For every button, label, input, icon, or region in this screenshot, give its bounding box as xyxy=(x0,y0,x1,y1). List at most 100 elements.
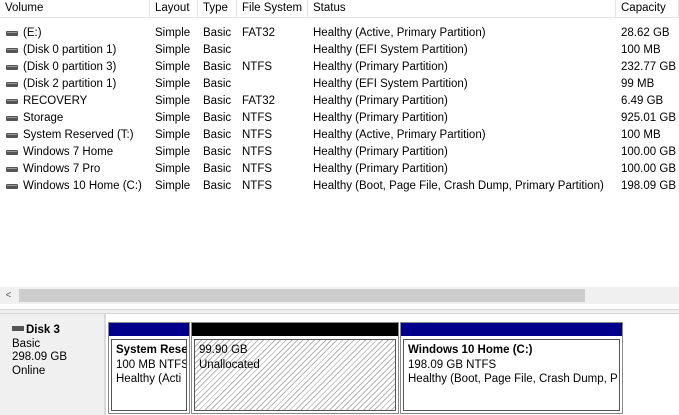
volume-filesystem xyxy=(237,42,308,59)
column-status[interactable]: Status xyxy=(308,0,616,18)
volume-filesystem: NTFS xyxy=(242,61,273,73)
volume-capacity: 100.00 GB xyxy=(621,146,676,158)
volume-type: Basic xyxy=(203,112,232,124)
disk-name: Disk 3 xyxy=(26,324,60,336)
scrollbar-thumb[interactable] xyxy=(19,289,585,302)
volume-status: Healthy (Active, Primary Partition) xyxy=(313,129,486,141)
volume-status: Healthy (Primary Partition) xyxy=(313,95,448,107)
partition-body: Windows 10 Home (C:) 198.09 GB NTFS Heal… xyxy=(403,339,620,411)
volume-filesystem: NTFS xyxy=(242,146,273,158)
column-capacity[interactable]: Capacity xyxy=(616,0,679,18)
partition-system-reserved[interactable]: System Rese 100 MB NTFS Healthy (Acti xyxy=(108,322,190,414)
volume-type: Basic xyxy=(203,95,232,107)
volume-layout: Simple xyxy=(155,27,191,39)
volume-row[interactable]: (Disk 2 partition 1) Simple Basic Health… xyxy=(0,76,679,93)
volume-name: (Disk 0 partition 3) xyxy=(23,61,117,73)
volume-type: Basic xyxy=(203,163,232,175)
volume-capacity: 232.77 GB xyxy=(621,61,676,73)
volume-layout: Simple xyxy=(155,44,191,56)
volume-capacity: 100 MB xyxy=(621,44,661,56)
partition-size: 100 MB NTFS xyxy=(116,358,187,371)
volume-capacity: 6.49 GB xyxy=(621,95,664,107)
volume-layout: Simple xyxy=(155,180,191,192)
column-type[interactable]: Type xyxy=(198,0,237,18)
volume-status: Healthy (Primary Partition) xyxy=(313,163,448,175)
volume-status: Healthy (Primary Partition) xyxy=(313,146,448,158)
partition-status: Healthy (Acti xyxy=(116,373,182,385)
volume-filesystem: NTFS xyxy=(242,163,273,175)
partition-title: Windows 10 Home (C:) xyxy=(408,344,533,356)
partition-type-bar xyxy=(192,323,398,336)
volume-type: Basic xyxy=(203,44,232,56)
volume-filesystem: NTFS xyxy=(242,129,273,141)
partition-status: Unallocated xyxy=(199,358,260,371)
volume-list[interactable]: Volume Layout Type File System Status Ca… xyxy=(0,0,679,309)
volume-name: Windows 7 Home xyxy=(23,146,114,158)
volume-type: Basic xyxy=(203,129,232,141)
volume-type: Basic xyxy=(203,27,232,39)
volume-capacity: 99 MB xyxy=(621,78,655,90)
volume-row[interactable]: RECOVERY Simple Basic FAT32 Healthy (Pri… xyxy=(0,93,679,110)
volume-name: (Disk 0 partition 1) xyxy=(23,44,117,56)
disk-size: 298.09 GB xyxy=(12,351,67,363)
disk-icon xyxy=(12,326,24,331)
horizontal-scrollbar[interactable]: < xyxy=(0,287,679,304)
scroll-left-arrow-icon[interactable]: < xyxy=(0,287,17,304)
volume-name: Windows 7 Pro xyxy=(23,163,101,175)
partition-windows-10-home[interactable]: Windows 10 Home (C:) 198.09 GB NTFS Heal… xyxy=(400,322,623,414)
column-volume[interactable]: Volume xyxy=(0,0,150,18)
disk-type: Basic xyxy=(12,337,41,350)
column-header: Volume Layout Type File System Status Ca… xyxy=(0,0,679,18)
volume-capacity: 198.09 GB xyxy=(621,180,676,192)
volume-type: Basic xyxy=(203,61,232,73)
volume-capacity: 100.00 GB xyxy=(621,163,676,175)
volume-filesystem: NTFS xyxy=(242,112,273,124)
volume-filesystem: FAT32 xyxy=(242,95,276,107)
volume-name: Windows 10 Home (C:) xyxy=(23,180,142,192)
volume-type: Basic xyxy=(203,78,232,90)
volume-row[interactable]: System Reserved (T:) Simple Basic NTFS H… xyxy=(0,127,679,144)
volume-capacity: 28.62 GB xyxy=(621,27,670,39)
volume-status: Healthy (EFI System Partition) xyxy=(313,44,468,56)
volume-filesystem: NTFS xyxy=(242,180,273,192)
volume-layout: Simple xyxy=(155,112,191,124)
column-layout[interactable]: Layout xyxy=(150,0,198,18)
disk-map-pane: Disk 3 Basic 298.09 GB Online System Res… xyxy=(0,314,679,415)
disk-label-separator xyxy=(104,314,106,415)
disk-state: Online xyxy=(12,364,46,377)
volume-row[interactable]: (E:) Simple Basic FAT32 Healthy (Active,… xyxy=(0,25,679,42)
volume-layout: Simple xyxy=(155,129,191,141)
volume-name: Storage xyxy=(23,112,64,124)
partition-body: System Rese 100 MB NTFS Healthy (Acti xyxy=(111,339,187,411)
volume-status: Healthy (EFI System Partition) xyxy=(313,78,468,90)
partition-body: 99.90 GB Unallocated xyxy=(194,339,396,411)
volume-row[interactable]: (Disk 0 partition 1) Simple Basic Health… xyxy=(0,42,679,59)
volume-row[interactable]: Windows 10 Home (C:) Simple Basic NTFS H… xyxy=(0,178,679,195)
disk-label[interactable]: Disk 3 Basic 298.09 GB Online xyxy=(0,314,104,415)
volume-filesystem: FAT32 xyxy=(242,27,276,39)
volume-filesystem xyxy=(237,76,308,93)
partition-unallocated[interactable]: 99.90 GB Unallocated xyxy=(191,322,399,414)
volume-status: Healthy (Primary Partition) xyxy=(313,112,448,124)
partition-title: System Rese xyxy=(116,344,187,356)
partition-type-bar xyxy=(109,323,189,336)
volume-type: Basic xyxy=(203,146,232,158)
volume-layout: Simple xyxy=(155,78,191,90)
partition-type-bar xyxy=(401,323,622,336)
volume-row[interactable]: Windows 7 Pro Simple Basic NTFS Healthy … xyxy=(0,161,679,178)
column-filesystem[interactable]: File System xyxy=(237,0,308,18)
volume-layout: Simple xyxy=(155,95,191,107)
volume-status: Healthy (Active, Primary Partition) xyxy=(313,27,486,39)
volume-row[interactable]: Windows 7 Home Simple Basic NTFS Healthy… xyxy=(0,144,679,161)
volume-row[interactable]: Storage Simple Basic NTFS Healthy (Prima… xyxy=(0,110,679,127)
volume-capacity: 925.01 GB xyxy=(621,112,676,124)
volume-name: (E:) xyxy=(23,27,42,39)
volume-name: (Disk 2 partition 1) xyxy=(23,78,117,90)
volume-row[interactable]: (Disk 0 partition 3) Simple Basic NTFS H… xyxy=(0,59,679,76)
volume-type: Basic xyxy=(203,180,232,192)
volume-name: System Reserved (T:) xyxy=(23,129,134,141)
volume-capacity: 100 MB xyxy=(621,129,661,141)
volume-layout: Simple xyxy=(155,163,191,175)
volume-status: Healthy (Primary Partition) xyxy=(313,61,448,73)
volume-name: RECOVERY xyxy=(23,95,88,107)
